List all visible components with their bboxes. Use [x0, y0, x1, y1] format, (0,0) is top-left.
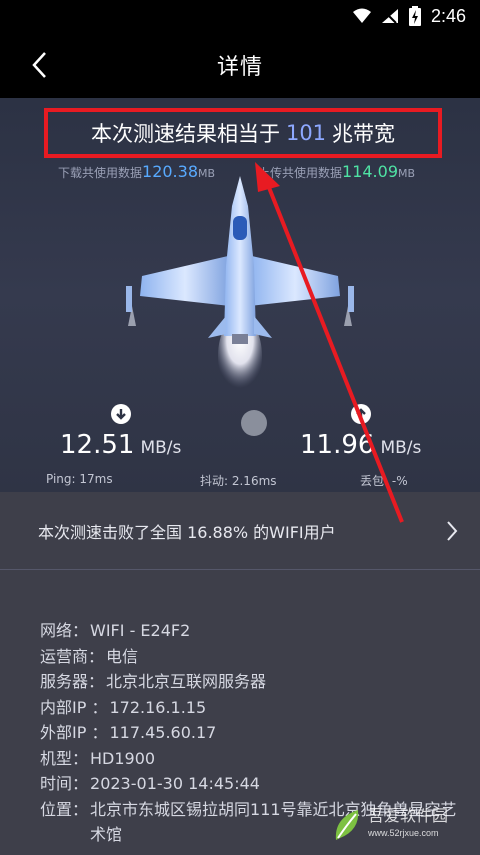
wifi-icon: [352, 8, 371, 24]
chevron-left-icon: [32, 52, 46, 78]
info-internal-ip: 内部IP ： 172.16.1.15: [40, 697, 207, 717]
chevron-right-icon: [447, 521, 458, 541]
watermark-text: 吾爱软件园: [368, 808, 449, 825]
back-button[interactable]: [24, 50, 54, 80]
summary-suffix: 兆带宽: [332, 122, 396, 146]
info-server: 服务器： 北京北京互联网服务器: [40, 672, 267, 691]
app-header: 详情: [0, 32, 480, 98]
battery-charging-icon: [408, 6, 421, 26]
upload-icon: [350, 404, 371, 424]
summary-prefix: 本次测速结果相当于: [90, 122, 280, 146]
download-icon: [110, 404, 131, 424]
summary-value: 101: [285, 121, 327, 145]
download-speed-value: 12.51: [60, 430, 135, 460]
upload-data-unit: MB: [398, 167, 416, 180]
info-network: 网络： WIFI - E24F2: [40, 621, 191, 640]
ranking-row[interactable]: 本次测速击败了全国 16.88% 的WIFI用户: [0, 492, 480, 570]
ranking-text: 本次测速击败了全国 16.88% 的WIFI用户: [38, 522, 336, 542]
watermark: 吾爱软件园 www.52rjxue.com: [332, 803, 472, 847]
upload-speed-unit: MB/s: [380, 438, 422, 458]
info-external-ip: 外部IP ： 117.45.60.17: [40, 723, 217, 742]
speed-indicator-ball: [241, 410, 267, 436]
ping-metric: Ping: 17ms: [46, 472, 113, 486]
info-model: 机型： HD1900: [40, 748, 156, 768]
download-speed: 12.51 MB/s: [60, 404, 181, 460]
page-title: 详情: [216, 55, 263, 80]
upload-speed: 11.96 MB/s: [300, 404, 421, 460]
info-time: 时间： 2023-01-30 14:45:44: [40, 774, 260, 793]
info-carrier: 运营商： 电信: [40, 646, 139, 666]
leaf-logo-icon: [335, 810, 359, 840]
download-speed-unit: MB/s: [140, 438, 182, 458]
watermark-url: www.52rjxue.com: [368, 828, 439, 838]
signal-icon: [381, 8, 399, 24]
upload-speed-value: 11.96: [300, 430, 375, 460]
jet-illustration: [126, 176, 354, 396]
bandwidth-summary: 本次测速结果相当于 101 兆带宽: [44, 108, 442, 158]
packet-loss-metric: 丢包: -%: [360, 474, 408, 488]
status-bar: 2:46: [0, 0, 480, 32]
jitter-metric: 抖动: 2.16ms: [200, 474, 277, 488]
status-time: 2:46: [430, 5, 466, 26]
